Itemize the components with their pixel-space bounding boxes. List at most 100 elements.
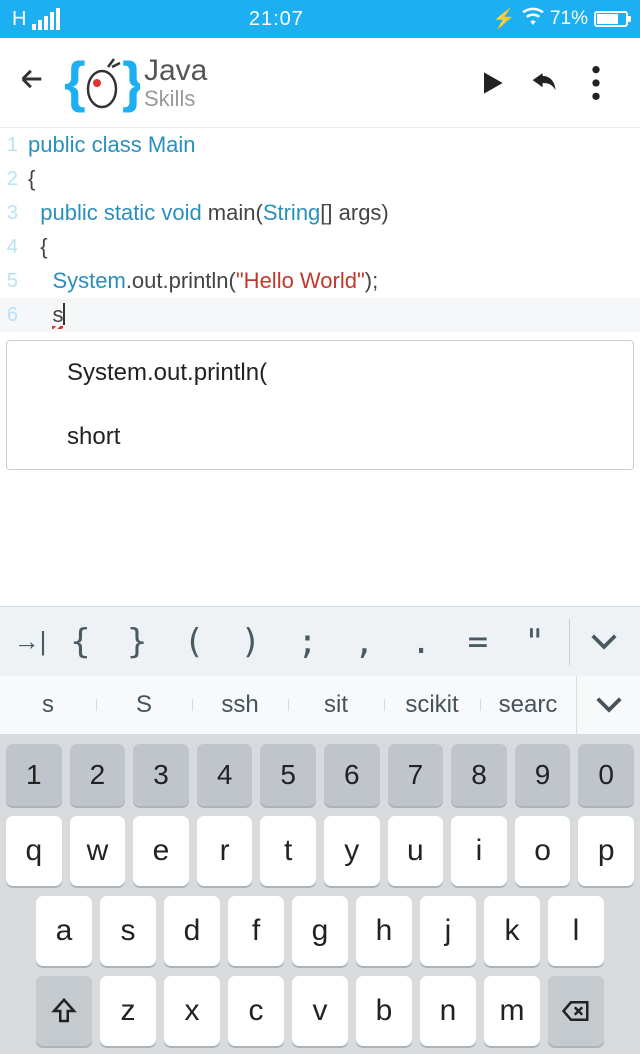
key-r[interactable]: r [197, 816, 253, 886]
key-9[interactable]: 9 [515, 744, 571, 806]
code-editor[interactable]: 1public class Main2{3 public static void… [0, 128, 640, 332]
code-source[interactable]: public class Main [22, 128, 640, 162]
key-i[interactable]: i [451, 816, 507, 886]
app-bar: { } Java Skills [0, 38, 640, 128]
key-7[interactable]: 7 [388, 744, 444, 806]
autocomplete-item[interactable]: short [7, 405, 633, 469]
tab-key[interactable]: →| [8, 626, 52, 657]
code-line[interactable]: 1public class Main [0, 128, 640, 162]
key-l[interactable]: l [548, 896, 604, 966]
code-source[interactable]: { [22, 230, 640, 264]
key-1[interactable]: 1 [6, 744, 62, 806]
code-line[interactable]: 4 { [0, 230, 640, 264]
symbol-key[interactable]: ; [279, 622, 336, 662]
code-line[interactable]: 2{ [0, 162, 640, 196]
status-bar: H 21:07 ⚡ 71% [0, 0, 640, 38]
key-m[interactable]: m [484, 976, 540, 1046]
key-4[interactable]: 4 [197, 744, 253, 806]
suggestion-item[interactable]: searc [480, 691, 576, 719]
symbol-key[interactable]: ( [166, 622, 223, 662]
line-number: 1 [0, 128, 22, 162]
svg-text:{: { [64, 50, 86, 113]
key-8[interactable]: 8 [451, 744, 507, 806]
svg-text:}: } [122, 50, 140, 113]
back-button[interactable] [18, 63, 46, 102]
suggestion-item[interactable]: s [0, 691, 96, 719]
key-s[interactable]: s [100, 896, 156, 966]
line-number: 3 [0, 196, 22, 230]
suggestion-item[interactable]: ssh [192, 691, 288, 719]
code-source[interactable]: public static void main(String[] args) [22, 196, 640, 230]
line-number: 6 [0, 298, 22, 332]
key-t[interactable]: t [260, 816, 316, 886]
undo-button[interactable] [518, 66, 570, 100]
autocomplete-popup: System.out.println(short [6, 340, 634, 470]
suggestion-item[interactable]: scikit [384, 691, 480, 719]
key-5[interactable]: 5 [260, 744, 316, 806]
keyboard: 1234567890 qwertyuiop asdfghjkl zxcvbnm [0, 734, 640, 1054]
shift-key[interactable] [36, 976, 92, 1046]
key-a[interactable]: a [36, 896, 92, 966]
backspace-key[interactable] [548, 976, 604, 1046]
key-k[interactable]: k [484, 896, 540, 966]
symbol-key[interactable]: = [449, 622, 506, 662]
key-d[interactable]: d [164, 896, 220, 966]
key-v[interactable]: v [292, 976, 348, 1046]
key-3[interactable]: 3 [133, 744, 189, 806]
line-number: 4 [0, 230, 22, 264]
battery-pct: 71% [550, 8, 588, 30]
line-number: 2 [0, 162, 22, 196]
key-j[interactable]: j [420, 896, 476, 966]
key-2[interactable]: 2 [70, 744, 126, 806]
page-subtitle: Skills [144, 86, 207, 112]
battery-icon [594, 11, 628, 27]
wifi-icon [522, 7, 544, 31]
symbol-key[interactable]: { [52, 622, 109, 662]
key-q[interactable]: q [6, 816, 62, 886]
key-6[interactable]: 6 [324, 744, 380, 806]
symbol-key[interactable]: } [109, 622, 166, 662]
java-logo-icon: { } [64, 47, 140, 119]
symbol-key[interactable]: . [393, 622, 450, 662]
key-g[interactable]: g [292, 896, 348, 966]
page-title: Java [144, 54, 207, 88]
key-u[interactable]: u [388, 816, 444, 886]
symbol-key[interactable]: " [506, 622, 563, 662]
suggestion-item[interactable]: sit [288, 691, 384, 719]
suggestion-row: sSsshsitscikitsearc [0, 676, 640, 734]
code-line[interactable]: 6 s [0, 298, 640, 332]
code-source[interactable]: System.out.println("Hello World"); [22, 264, 640, 298]
key-c[interactable]: c [228, 976, 284, 1046]
key-p[interactable]: p [578, 816, 634, 886]
key-f[interactable]: f [228, 896, 284, 966]
suggestion-item[interactable]: S [96, 691, 192, 719]
code-line[interactable]: 3 public static void main(String[] args) [0, 196, 640, 230]
line-number: 5 [0, 264, 22, 298]
keyboard-area: →| {}();,.=" sSsshsitscikitsearc 1234567… [0, 606, 640, 1054]
key-x[interactable]: x [164, 976, 220, 1046]
status-time: 21:07 [60, 8, 492, 31]
code-source[interactable]: { [22, 162, 640, 196]
overflow-menu-button[interactable] [570, 66, 622, 100]
symbol-row: →| {}();,.=" [0, 606, 640, 676]
charging-icon: ⚡ [492, 7, 516, 31]
key-w[interactable]: w [70, 816, 126, 886]
key-0[interactable]: 0 [578, 744, 634, 806]
code-line[interactable]: 5 System.out.println("Hello World"); [0, 264, 640, 298]
key-o[interactable]: o [515, 816, 571, 886]
key-n[interactable]: n [420, 976, 476, 1046]
carrier-label: H [12, 8, 26, 31]
suggestion-collapse-button[interactable] [576, 676, 640, 734]
key-b[interactable]: b [356, 976, 412, 1046]
autocomplete-item[interactable]: System.out.println( [7, 341, 633, 405]
key-h[interactable]: h [356, 896, 412, 966]
code-source[interactable]: s [22, 298, 640, 332]
run-button[interactable] [466, 67, 518, 99]
key-z[interactable]: z [100, 976, 156, 1046]
symbol-key[interactable]: , [336, 622, 393, 662]
divider [569, 619, 570, 665]
key-y[interactable]: y [324, 816, 380, 886]
symbol-key[interactable]: ) [222, 622, 279, 662]
key-e[interactable]: e [133, 816, 189, 886]
symbol-collapse-button[interactable] [576, 631, 632, 653]
